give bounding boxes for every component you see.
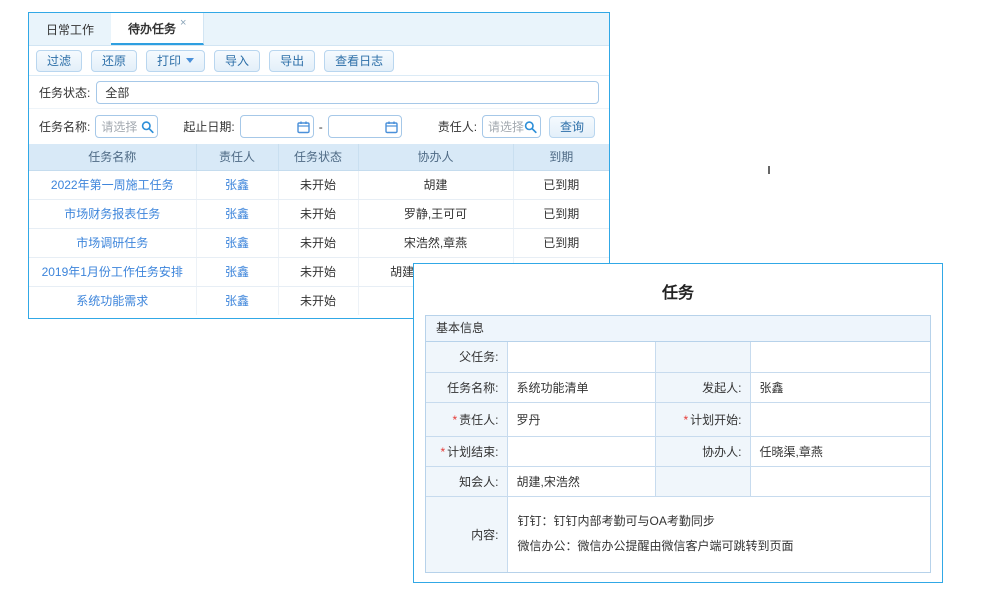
form-row: 知会人: 胡建,宋浩然 — [426, 466, 930, 496]
due-cell: 已到期 — [513, 228, 609, 257]
search-icon[interactable] — [524, 120, 537, 133]
view-log-button[interactable]: 查看日志 — [324, 50, 394, 72]
task-name-field — [95, 115, 158, 138]
task-name-label: 任务名称: — [426, 372, 507, 402]
cc-label: 知会人: — [426, 466, 507, 496]
collaborator-value: 任晓渠,章燕 — [750, 436, 930, 466]
empty-value — [750, 466, 930, 496]
due-cell: 已到期 — [513, 170, 609, 199]
query-button[interactable]: 查询 — [549, 116, 595, 138]
calendar-icon[interactable] — [297, 120, 310, 133]
export-button[interactable]: 导出 — [269, 50, 315, 72]
tab-daily-work-label: 日常工作 — [46, 21, 94, 38]
task-status-select[interactable]: 全部 — [96, 81, 599, 104]
restore-button[interactable]: 还原 — [91, 50, 137, 72]
import-button[interactable]: 导入 — [214, 50, 260, 72]
empty-label — [655, 342, 750, 372]
filter-button[interactable]: 过滤 — [36, 50, 82, 72]
owner-label: *责任人: — [426, 402, 507, 436]
content-line-1: 钉钉：钉钉内部考勤可与OA考勤同步 — [518, 509, 921, 534]
date-separator: - — [319, 120, 323, 134]
end-date-field — [328, 115, 402, 138]
tab-todo-tasks-label: 待办任务 — [128, 20, 176, 37]
status-cell: 未开始 — [278, 170, 358, 199]
owner-value: 罗丹 — [507, 402, 655, 436]
form-row: 任务名称: 系统功能清单 发起人: 张鑫 — [426, 372, 930, 402]
collaborators-cell: 宋浩然,章燕 — [358, 228, 513, 257]
due-cell: 已到期 — [513, 199, 609, 228]
col-status[interactable]: 任务状态 — [278, 144, 358, 170]
collaborator-label: 协办人: — [655, 436, 750, 466]
task-form-table: 父任务: 任务名称: 系统功能清单 发起人: 张鑫 *责任人: 罗丹 *计划开始… — [426, 342, 930, 572]
tab-todo-tasks[interactable]: 待办任务 × — [111, 13, 204, 45]
caret-down-icon — [186, 58, 194, 63]
task-link[interactable]: 2019年1月份工作任务安排 — [42, 265, 183, 279]
search-icon[interactable] — [141, 120, 154, 133]
plan-start-label: *计划开始: — [655, 402, 750, 436]
task-status-value: 全部 — [105, 84, 129, 101]
basic-info-panel: 基本信息 父任务: 任务名称: 系统功能清单 发起人: 张鑫 *责任人: — [425, 315, 931, 573]
col-task-name[interactable]: 任务名称 — [29, 144, 196, 170]
col-due[interactable]: 到期 — [513, 144, 609, 170]
col-collaborators[interactable]: 协办人 — [358, 144, 513, 170]
text-cursor-mark — [768, 166, 770, 174]
filter-row-status: 任务状态: 全部 — [29, 76, 609, 109]
task-name-value: 系统功能清单 — [507, 372, 655, 402]
task-status-label: 任务状态: — [39, 84, 90, 101]
content-label: 内容: — [426, 496, 507, 572]
date-range-label: 起止日期: — [183, 118, 234, 135]
owner-link[interactable]: 张鑫 — [225, 294, 249, 308]
form-row-content: 内容: 钉钉：钉钉内部考勤可与OA考勤同步 微信办公：微信办公提醒由微信客户端可… — [426, 496, 930, 572]
filter-row-search: 任务名称: 起止日期: - 责任人: — [29, 109, 609, 144]
task-link[interactable]: 市场调研任务 — [76, 236, 148, 250]
start-date-field — [240, 115, 314, 138]
owner-link[interactable]: 张鑫 — [225, 265, 249, 279]
col-owner[interactable]: 责任人 — [196, 144, 278, 170]
status-cell: 未开始 — [278, 257, 358, 286]
owner-link[interactable]: 张鑫 — [225, 207, 249, 221]
collaborators-cell: 胡建 — [358, 170, 513, 199]
parent-task-label: 父任务: — [426, 342, 507, 372]
owner-field — [482, 115, 541, 138]
owner-link[interactable]: 张鑫 — [225, 236, 249, 250]
owner-label: 责任人: — [438, 118, 477, 135]
task-link[interactable]: 2022年第一周施工任务 — [51, 178, 174, 192]
tab-bar: 日常工作 待办任务 × — [29, 13, 609, 46]
basic-info-section-header: 基本信息 — [426, 316, 930, 342]
initiator-label: 发起人: — [655, 372, 750, 402]
content-line-2: 微信办公：微信办公提醒由微信客户端可跳转到页面 — [518, 534, 921, 559]
screen: 日常工作 待办任务 × 过滤 还原 打印 导入 导出 — [0, 0, 1000, 600]
content-value: 钉钉：钉钉内部考勤可与OA考勤同步 微信办公：微信办公提醒由微信客户端可跳转到页… — [507, 496, 930, 572]
tab-daily-work[interactable]: 日常工作 — [29, 13, 111, 45]
tab-close-icon[interactable]: × — [180, 17, 186, 29]
owner-link[interactable]: 张鑫 — [225, 178, 249, 192]
status-cell: 未开始 — [278, 228, 358, 257]
table-row: 市场财务报表任务 张鑫 未开始 罗静,王可可 已到期 — [29, 199, 609, 228]
task-name-label: 任务名称: — [39, 118, 90, 135]
collaborators-cell: 罗静,王可可 — [358, 199, 513, 228]
form-row: *责任人: 罗丹 *计划开始: — [426, 402, 930, 436]
toolbar: 过滤 还原 打印 导入 导出 查看日志 — [29, 46, 609, 76]
form-row: 父任务: — [426, 342, 930, 372]
table-header-row: 任务名称 责任人 任务状态 协办人 到期 — [29, 144, 609, 170]
status-cell: 未开始 — [278, 199, 358, 228]
task-detail-dialog: 任务 基本信息 父任务: 任务名称: 系统功能清单 发起人: 张鑫 — [413, 263, 943, 583]
empty-label — [655, 466, 750, 496]
parent-task-value — [507, 342, 655, 372]
empty-value — [750, 342, 930, 372]
print-button[interactable]: 打印 — [146, 50, 205, 72]
plan-start-value — [750, 402, 930, 436]
form-row: *计划结束: 协办人: 任晓渠,章燕 — [426, 436, 930, 466]
calendar-icon[interactable] — [385, 120, 398, 133]
table-row: 市场调研任务 张鑫 未开始 宋浩然,章燕 已到期 — [29, 228, 609, 257]
task-link[interactable]: 市场财务报表任务 — [64, 207, 160, 221]
cc-value: 胡建,宋浩然 — [507, 466, 655, 496]
status-cell: 未开始 — [278, 286, 358, 315]
task-link[interactable]: 系统功能需求 — [76, 294, 148, 308]
plan-end-label: *计划结束: — [426, 436, 507, 466]
table-row: 2022年第一周施工任务 张鑫 未开始 胡建 已到期 — [29, 170, 609, 199]
plan-end-value — [507, 436, 655, 466]
dialog-title: 任务 — [414, 279, 942, 303]
initiator-value: 张鑫 — [750, 372, 930, 402]
